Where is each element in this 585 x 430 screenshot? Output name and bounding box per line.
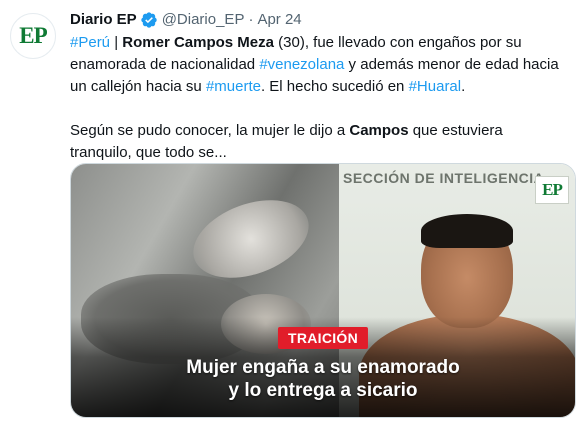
tweet-header: Diario EP @Diario_EP · Apr 24: [70, 10, 302, 30]
text-segment: .: [461, 78, 466, 95]
hashtag-muerte[interactable]: #muerte: [206, 78, 261, 95]
tweet-line: tranquilo, que todo se...: [70, 142, 570, 164]
caption-line: y lo entrega a sicario: [228, 380, 418, 401]
tweet-line: enamorada de nacionalidad #venezolana y …: [70, 54, 570, 76]
text-segment: |: [110, 34, 123, 51]
author-handle[interactable]: @Diario_EP: [162, 10, 245, 30]
paragraph-break: [70, 98, 570, 120]
tweet-media-image[interactable]: SECCIÓN DE INTELIGENCIA EP TRAICIÓN Muje…: [70, 163, 576, 418]
caption-line: Mujer engaña a su enamorado: [186, 357, 460, 378]
text-segment: . El hecho sucedió en: [260, 78, 409, 95]
hashtag-peru[interactable]: #Perú: [70, 34, 110, 51]
separator-dot: ·: [248, 11, 254, 28]
author-name[interactable]: Diario EP: [70, 10, 137, 30]
text-segment: (30), fue llevado con engaños por su: [273, 34, 522, 51]
category-badge: TRAICIÓN: [277, 327, 369, 349]
text-segment: enamorada de nacionalidad: [70, 56, 260, 73]
media-logo: EP: [535, 176, 569, 204]
text-segment: tranquilo, que todo se...: [70, 144, 227, 161]
person-hair: [421, 214, 513, 248]
avatar-logo-text: EP: [19, 23, 47, 48]
bold-name: Romer Campos Meza: [122, 34, 274, 51]
tweet-text: #Perú | Romer Campos Meza (30), fue llev…: [70, 32, 570, 164]
bold-name: Campos: [349, 122, 409, 139]
tweet-line: un callejón hacia su #muerte. El hecho s…: [70, 76, 570, 98]
text-segment: Según se pudo conocer, la mujer le dijo …: [70, 122, 350, 139]
tweet[interactable]: EP Diario EP @Diario_EP · Apr 24 #Perú |…: [0, 0, 585, 430]
avatar[interactable]: EP: [10, 13, 56, 59]
tweet-line: Según se pudo conocer, la mujer le dijo …: [70, 120, 570, 142]
hashtag-venezolana[interactable]: #venezolana: [259, 56, 344, 73]
text-segment: un callejón hacia su: [70, 78, 206, 95]
verified-badge-icon: [141, 12, 157, 28]
image-caption: Mujer engaña a su enamorado y lo entrega…: [71, 356, 575, 402]
tweet-date[interactable]: Apr 24: [257, 10, 301, 30]
intelligence-banner: SECCIÓN DE INTELIGENCIA: [343, 170, 545, 186]
media-logo-text: EP: [542, 180, 563, 199]
text-segment: que estuviera: [408, 122, 503, 139]
hashtag-huaral[interactable]: #Huaral: [409, 78, 462, 95]
tweet-line: #Perú | Romer Campos Meza (30), fue llev…: [70, 32, 570, 54]
text-segment: y además menor de edad hacia: [344, 56, 559, 73]
